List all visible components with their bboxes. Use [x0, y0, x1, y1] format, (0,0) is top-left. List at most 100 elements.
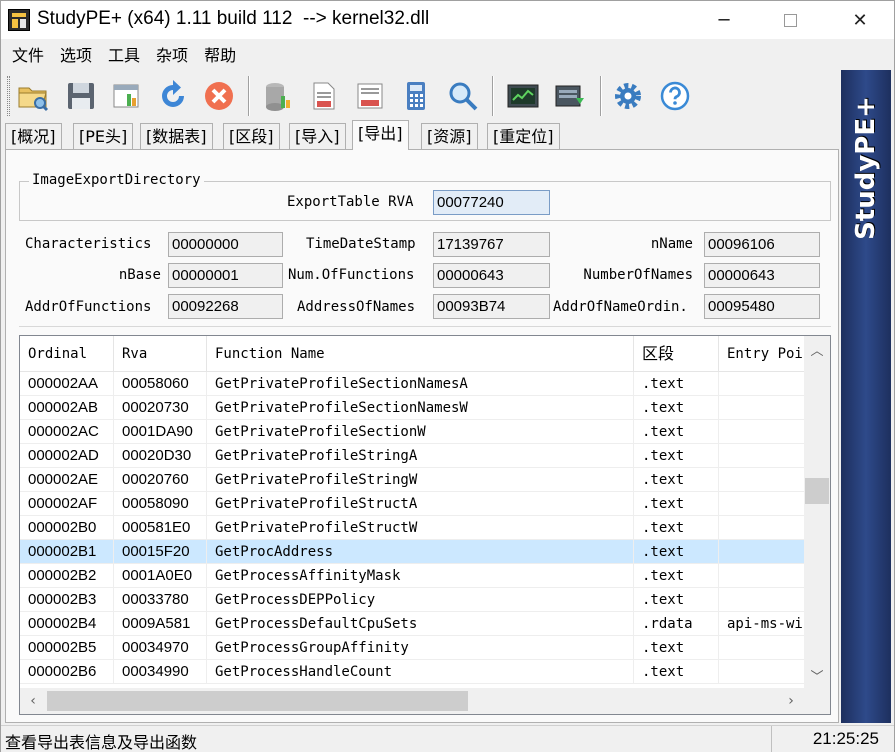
cell-entry-point [719, 540, 804, 564]
cell-rva: 0001DA90 [114, 420, 207, 444]
column-header-function-name[interactable]: Function Name [207, 336, 634, 372]
cell-section: .text [634, 660, 719, 684]
table-row[interactable]: 000002AB 00020730 GetPrivateProfileSection… [20, 396, 804, 420]
tab-overview[interactable]: [概况] [5, 123, 62, 149]
close-icon: ✕ [852, 9, 868, 31]
cell-entry-point [719, 396, 804, 420]
cell-rva: 00020730 [114, 396, 207, 420]
tab-exports[interactable]: [导出] [352, 120, 409, 150]
table-row[interactable]: 000002AA 00058060 GetPrivateProfileSection… [20, 372, 804, 396]
search-button[interactable] [445, 78, 481, 114]
cell-section: .text [634, 420, 719, 444]
vertical-scroll-thumb[interactable] [805, 478, 829, 504]
addressofnames-field[interactable]: 00093B74 [433, 294, 550, 319]
cell-ordinal: 000002AD [20, 444, 114, 468]
refresh-button[interactable] [155, 78, 191, 114]
table-row[interactable]: 000002B3 00033780 GetProcessDEPPolicy .text [20, 588, 804, 612]
cell-entry-point: api-ms-wi [727, 616, 803, 632]
cell-section: .text [634, 540, 719, 564]
addroffunctions-field[interactable]: 00092268 [168, 294, 283, 319]
asm-list-button[interactable] [352, 78, 388, 114]
asm-doc-button[interactable] [306, 78, 342, 114]
nbase-field[interactable]: 00000001 [168, 263, 283, 288]
menu-help[interactable]: 帮助 [196, 42, 244, 66]
table-row[interactable]: 000002AF 00058090 GetPrivateProfileStructA… [20, 492, 804, 516]
numoffunctions-field[interactable]: 00000643 [433, 263, 550, 288]
cell-entry-point [719, 636, 804, 660]
tab-resources[interactable]: [资源] [421, 123, 478, 149]
column-header-ordinal[interactable]: Ordinal [20, 336, 114, 372]
column-header-rva[interactable]: Rva [114, 336, 207, 372]
nbase-label: nBase [118, 267, 161, 283]
maximize-icon [783, 13, 797, 27]
timedatestamp-field[interactable]: 17139767 [433, 232, 550, 257]
nname-field[interactable]: 00096106 [704, 232, 820, 257]
cell-function-name: GetProcessHandleCount [207, 660, 634, 684]
tab-pe-header[interactable]: [PE头] [73, 123, 134, 149]
help-button[interactable] [657, 78, 693, 114]
cell-entry-point [719, 516, 804, 540]
tab-relocations[interactable]: [重定位] [487, 123, 560, 149]
side-banner-text: StudyPE+ [851, 96, 882, 240]
close-file-button[interactable] [201, 78, 237, 114]
table-row[interactable]: 000002AE 00020760 GetPrivateProfileStringW… [20, 468, 804, 492]
cell-ordinal: 000002AF [20, 492, 114, 516]
tab-imports[interactable]: [导入] [289, 123, 346, 149]
toolbar-grip[interactable] [7, 76, 10, 116]
tab-sections[interactable]: [区段] [223, 123, 280, 149]
menu-tools[interactable]: 工具 [100, 42, 148, 66]
numberofnames-field[interactable]: 00000643 [704, 263, 820, 288]
horizontal-scroll-thumb[interactable] [47, 691, 468, 711]
horizontal-scrollbar[interactable]: ‹ › [20, 688, 804, 714]
pe-view-button[interactable] [109, 78, 145, 114]
table-row[interactable]: 000002B5 00034970 GetProcessGroupAffinity.… [20, 636, 804, 660]
terminal-button[interactable] [505, 78, 541, 114]
cell-section: .text [634, 372, 719, 396]
settings-button[interactable] [610, 78, 646, 114]
cell-ordinal: 000002AB [20, 396, 114, 420]
cell-function-name: GetProcAddress [207, 540, 634, 564]
menu-options[interactable]: 选项 [52, 42, 100, 66]
database-button[interactable] [259, 78, 295, 114]
table-row[interactable]: 000002B1 00015F20 GetProcAddress .text [20, 540, 804, 564]
close-button[interactable]: ✕ [837, 1, 883, 39]
table-row[interactable]: 000002B6 00034990 GetProcessHandleCount .te… [20, 660, 804, 684]
toolbar-separator [600, 76, 602, 116]
table-row[interactable]: 000002B4 0009A581 GetProcessDefaultCpuSets… [20, 612, 804, 636]
title-bar[interactable]: StudyPE+ (x64) 1.11 build 112 --> kernel… [1, 1, 894, 39]
scroll-up-icon[interactable]: ︿ [804, 336, 830, 362]
calculator-button[interactable] [398, 78, 434, 114]
process-button[interactable] [553, 78, 589, 114]
column-header-section[interactable]: 区段 [634, 336, 719, 372]
status-time: 21:25:25 [771, 726, 891, 752]
table-row[interactable]: 000002B0 000581E0 GetPrivateProfileStructW… [20, 516, 804, 540]
characteristics-label: Characteristics [25, 236, 152, 252]
maximize-button[interactable] [767, 1, 813, 39]
cell-entry-point [719, 588, 804, 612]
addrofnameordin-field[interactable]: 00095480 [704, 294, 820, 319]
table-row[interactable]: 000002AC 0001DA90 GetPrivateProfileSection… [20, 420, 804, 444]
cell-entry-point [719, 468, 804, 492]
minimize-button[interactable]: ─ [701, 1, 747, 39]
save-button[interactable] [63, 78, 99, 114]
menu-misc[interactable]: 杂项 [148, 42, 196, 66]
scroll-down-icon[interactable]: ﹀ [804, 662, 830, 688]
open-file-button[interactable] [15, 78, 51, 114]
cell-ordinal: 000002B1 [20, 540, 114, 564]
tab-data-directories[interactable]: [数据表] [140, 123, 213, 149]
column-header-entry-point[interactable]: Entry Poi [719, 336, 804, 372]
export-table-rva-field[interactable]: 00077240 [433, 190, 550, 215]
export-function-list[interactable]: Ordinal Rva Function Name 区段 Entry Poi 0… [19, 335, 831, 715]
table-row[interactable]: 000002AD 00020D30 GetPrivateProfileStringA… [20, 444, 804, 468]
menu-file[interactable]: 文件 [4, 42, 52, 66]
cell-function-name: GetPrivateProfileStructW [207, 516, 634, 540]
cell-section: .text [634, 468, 719, 492]
search-icon [449, 82, 478, 111]
characteristics-field[interactable]: 00000000 [168, 232, 283, 257]
numoffunctions-label: Num.OfFunctions [288, 267, 415, 283]
vertical-scrollbar[interactable]: ︿ ﹀ [804, 336, 830, 688]
scroll-right-icon[interactable]: › [778, 688, 804, 714]
table-row[interactable]: 000002B2 0001A0E0 GetProcessAffinityMask .t… [20, 564, 804, 588]
addrofnameordin-label: AddrOfNameOrdin. [553, 299, 688, 315]
scroll-left-icon[interactable]: ‹ [20, 688, 46, 714]
